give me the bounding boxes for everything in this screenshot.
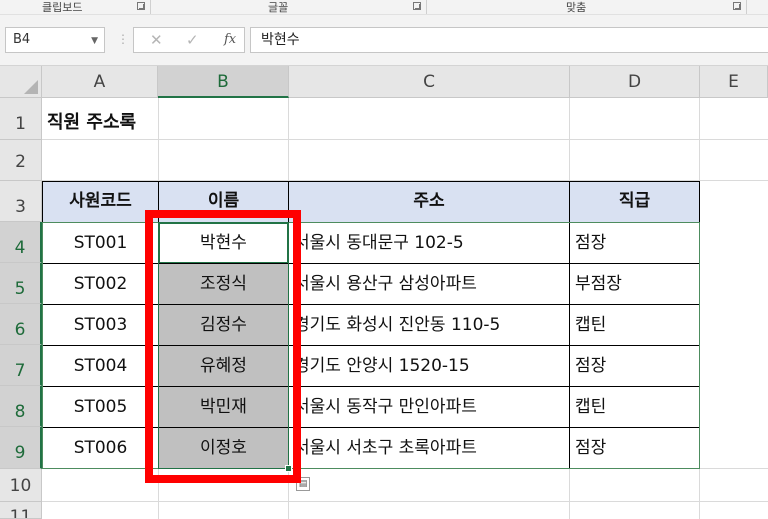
fill-handle[interactable] bbox=[285, 465, 292, 472]
cell-name-active[interactable]: 박현수 bbox=[158, 222, 289, 264]
row-header-6[interactable]: 6 bbox=[0, 304, 42, 345]
row-header-8[interactable]: 8 bbox=[0, 386, 42, 427]
column-header-a[interactable]: A bbox=[42, 66, 158, 98]
select-all-button[interactable] bbox=[0, 66, 42, 98]
header-cell-address[interactable]: 주소 bbox=[288, 181, 570, 223]
cell-code[interactable]: ST001 bbox=[42, 222, 159, 264]
formula-controls: ✕ ✓ fx bbox=[133, 27, 245, 53]
header-cell-code[interactable]: 사원코드 bbox=[42, 181, 159, 223]
ribbon-separator bbox=[746, 0, 747, 14]
more-options-icon[interactable]: ⋮ bbox=[117, 33, 129, 45]
header-cell-name[interactable]: 이름 bbox=[158, 181, 289, 223]
column-header-d[interactable]: D bbox=[570, 66, 700, 98]
sheet-title[interactable]: 직원 주소록 bbox=[47, 108, 136, 138]
cell-rank[interactable]: 점장 bbox=[569, 222, 700, 264]
ribbon-separator bbox=[150, 0, 151, 14]
ribbon-separator bbox=[426, 0, 427, 14]
column-header-c[interactable]: C bbox=[289, 66, 570, 98]
formula-input[interactable]: 박현수 bbox=[250, 27, 768, 53]
row-header-2[interactable]: 2 bbox=[0, 140, 42, 181]
insert-function-icon[interactable]: fx bbox=[224, 32, 236, 47]
ribbon-group-labels: 클립보드 글꼴 맞춤 bbox=[0, 0, 768, 15]
spreadsheet-grid: A B C D E 1 2 3 4 5 6 7 8 9 10 11 직원 주소록… bbox=[0, 66, 768, 519]
alignment-dialog-launcher-icon[interactable] bbox=[733, 2, 741, 10]
cell-code[interactable]: ST005 bbox=[42, 386, 159, 428]
header-cell-rank[interactable]: 직급 bbox=[569, 181, 700, 223]
row-header-4[interactable]: 4 bbox=[0, 222, 42, 263]
row-header-7[interactable]: 7 bbox=[0, 345, 42, 386]
row-header-11[interactable]: 11 bbox=[0, 502, 42, 519]
clipboard-dialog-launcher-icon[interactable] bbox=[137, 2, 145, 10]
chevron-down-icon[interactable]: ▼ bbox=[91, 29, 98, 53]
column-header-e[interactable]: E bbox=[700, 66, 768, 98]
cell-code[interactable]: ST002 bbox=[42, 263, 159, 305]
ribbon-group-alignment-label: 맞춤 bbox=[566, 1, 587, 14]
ribbon-group-clipboard-label: 클립보드 bbox=[42, 1, 83, 14]
ribbon-group-font-label: 글꼴 bbox=[268, 1, 289, 14]
gridline bbox=[42, 501, 768, 502]
cell-name[interactable]: 유혜정 bbox=[158, 345, 289, 387]
cell-rank[interactable]: 캡틴 bbox=[569, 386, 700, 428]
enter-check-icon[interactable]: ✓ bbox=[186, 31, 199, 49]
cell-address[interactable]: 서울시 서초구 초록아파트 bbox=[288, 427, 570, 469]
cell-code[interactable]: ST006 bbox=[42, 427, 159, 469]
cell-name[interactable]: 박민재 bbox=[158, 386, 289, 428]
column-header-b[interactable]: B bbox=[158, 66, 289, 98]
cell-address[interactable]: 서울시 동대문구 102-5 bbox=[288, 222, 570, 264]
cell-name[interactable]: 이정호 bbox=[158, 427, 289, 469]
quick-analysis-icon[interactable]: ▤ bbox=[296, 477, 310, 491]
gridline bbox=[42, 139, 768, 140]
row-header-9[interactable]: 9 bbox=[0, 427, 42, 469]
row-header-10[interactable]: 10 bbox=[0, 469, 42, 502]
cell-address[interactable]: 서울시 용산구 삼성아파트 bbox=[288, 263, 570, 305]
row-header-5[interactable]: 5 bbox=[0, 263, 42, 304]
select-all-triangle-icon bbox=[24, 80, 38, 94]
name-box[interactable]: B4 ▼ bbox=[5, 27, 105, 53]
cell-rank[interactable]: 점장 bbox=[569, 427, 700, 469]
cell-code[interactable]: ST003 bbox=[42, 304, 159, 346]
cell-rank[interactable]: 캡틴 bbox=[569, 304, 700, 346]
cell-name[interactable]: 김정수 bbox=[158, 304, 289, 346]
name-box-value: B4 bbox=[13, 32, 31, 47]
cell-name[interactable]: 조정식 bbox=[158, 263, 289, 305]
cell-code[interactable]: ST004 bbox=[42, 345, 159, 387]
cancel-x-icon[interactable]: ✕ bbox=[150, 31, 163, 49]
cell-rank[interactable]: 부점장 bbox=[569, 263, 700, 305]
row-header-3[interactable]: 3 bbox=[0, 181, 42, 222]
font-dialog-launcher-icon[interactable] bbox=[413, 2, 421, 10]
cell-rank[interactable]: 점장 bbox=[569, 345, 700, 387]
formula-bar: B4 ▼ ⋮ ✕ ✓ fx 박현수 bbox=[0, 15, 768, 66]
cell-address[interactable]: 서울시 동작구 만인아파트 bbox=[288, 386, 570, 428]
cell-address[interactable]: 경기도 화성시 진안동 110-5 bbox=[288, 304, 570, 346]
cell-address[interactable]: 경기도 안양시 1520-15 bbox=[288, 345, 570, 387]
row-header-1[interactable]: 1 bbox=[0, 98, 42, 140]
